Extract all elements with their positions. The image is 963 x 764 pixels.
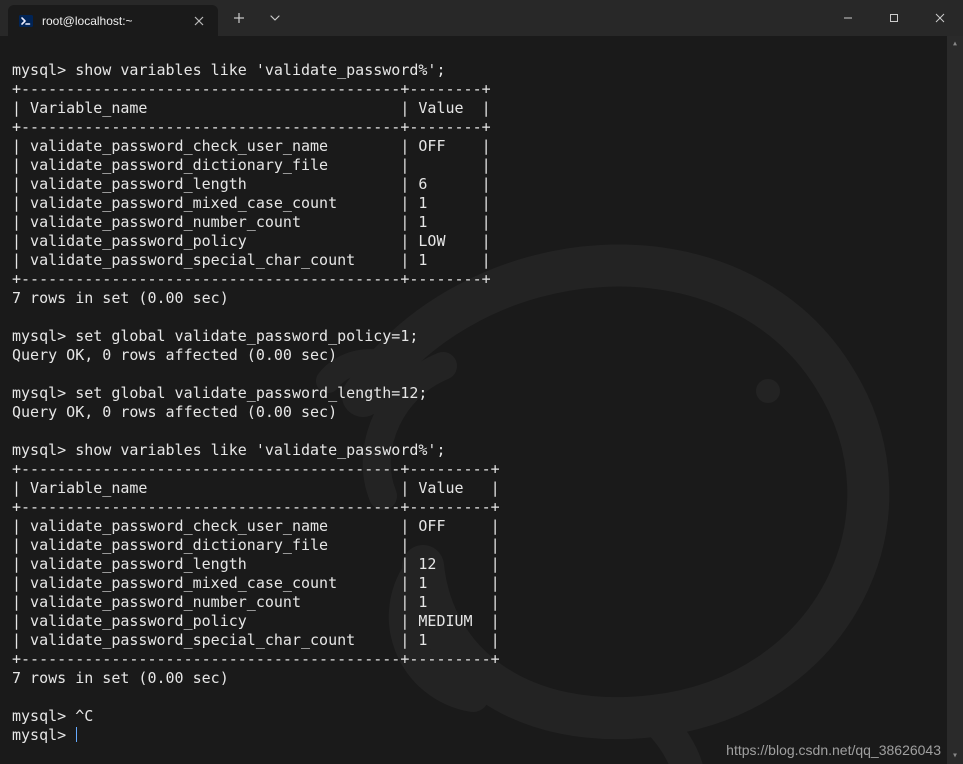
tab-controls <box>222 0 292 36</box>
tab-active[interactable]: root@localhost:~ <box>8 5 218 36</box>
tab-close-button[interactable] <box>190 12 208 30</box>
cursor <box>76 727 77 742</box>
terminal-output[interactable]: mysql> show variables like 'validate_pas… <box>0 51 963 749</box>
scroll-down-icon[interactable]: ▾ <box>947 748 963 764</box>
new-tab-button[interactable] <box>222 0 256 36</box>
window-close-button[interactable] <box>917 0 963 36</box>
tab-title: root@localhost:~ <box>42 14 182 28</box>
terminal-pane[interactable]: mysql> show variables like 'validate_pas… <box>0 36 963 764</box>
scroll-up-icon[interactable]: ▴ <box>947 36 963 52</box>
title-bar: root@localhost:~ <box>0 0 963 36</box>
minimize-button[interactable] <box>825 0 871 36</box>
maximize-button[interactable] <box>871 0 917 36</box>
watermark-text: https://blog.csdn.net/qq_38626043 <box>726 742 941 758</box>
powershell-icon <box>18 13 34 29</box>
tab-dropdown-button[interactable] <box>258 0 292 36</box>
scrollbar[interactable]: ▴ ▾ <box>947 36 963 764</box>
window-controls <box>825 0 963 36</box>
